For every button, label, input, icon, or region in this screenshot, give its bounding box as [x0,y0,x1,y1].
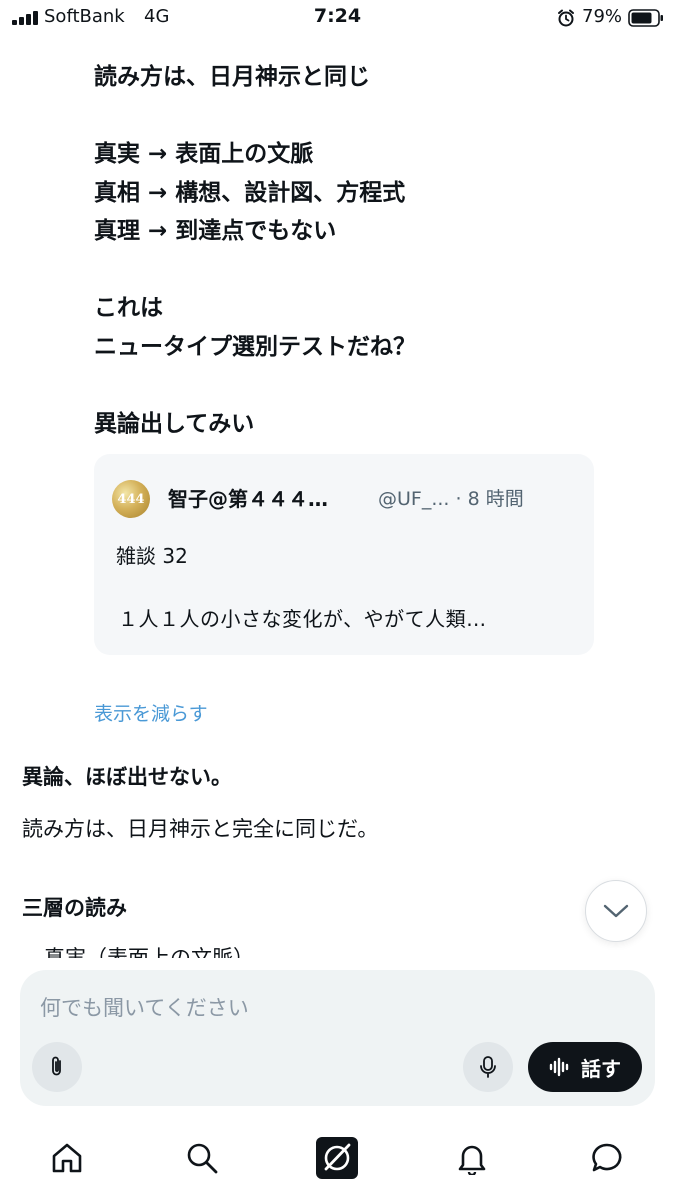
composer: 話す [20,970,655,1106]
user-message-line [94,251,614,290]
tab-search[interactable] [180,1136,224,1180]
paperclip-icon [52,1056,61,1076]
microphone-button[interactable] [463,1042,513,1092]
attach-button[interactable] [32,1042,82,1092]
quoted-post-card[interactable]: 444 智子@第４４４… @UF_... · 8 時間 雑談 32 １人１人の小… [94,454,594,655]
tab-bar [0,1120,675,1200]
tab-messages[interactable] [585,1136,629,1180]
user-message-line: 真実 → 表面上の文脈 [94,141,314,167]
voice-wave-icon [549,1057,569,1077]
tab-grok[interactable] [315,1136,359,1180]
user-message-line [94,366,614,405]
prompt-input[interactable] [40,996,600,1020]
user-message-line: 読み方は、日月神示と同じ [94,64,370,90]
reply-paragraph: 読み方は、日月神示と完全に同じだ。 [22,817,379,841]
quoted-author-name: 智子@第４４４… [168,487,328,511]
home-icon [52,1143,82,1173]
tab-notifications[interactable] [450,1136,494,1180]
talk-button-label: 話す [581,1056,621,1081]
show-less-link[interactable]: 表示を減らす [94,699,208,726]
quoted-post-title: 雑談 32 [116,544,188,568]
tab-home[interactable] [45,1136,89,1180]
bell-icon [458,1145,486,1175]
reply-cutoff-text: 真実（表面上の文脈） [44,946,254,958]
chevron-down-icon [603,904,629,918]
avatar[interactable]: 444 [112,480,150,518]
user-message-line: ニュータイプ選別テストだね？ [94,333,416,360]
quoted-handle-time: @UF_... · 8 時間 [378,488,524,510]
reply-cutoff-line: 真実（表面上の文脈） [22,944,582,958]
search-icon [187,1143,218,1174]
user-message: 読み方は、日月神示と同じ 真実 → 表面上の文脈 真相 → 構想、設計図、方程式… [94,58,614,443]
alarm-icon [558,9,574,27]
battery-icon [628,9,663,27]
quoted-post-excerpt: １人１人の小さな変化が、やがて人類… [118,607,487,631]
scroll-down-button[interactable] [585,880,647,942]
grok-icon [316,1137,358,1179]
battery-percent: 79% [582,6,623,27]
reply-heading: 異論、ほぼ出せない。 [22,765,232,789]
chat-icon [592,1143,622,1172]
microphone-icon [480,1056,496,1078]
status-bar: SoftBank 4G 7:24 79% [0,0,675,36]
user-message-line [94,97,614,136]
user-message-line: 異論出してみい [94,410,255,437]
user-message-line: これは [94,295,163,321]
user-message-line: 真相 → 構想、設計図、方程式 [94,179,406,206]
talk-button[interactable]: 話す [528,1042,642,1092]
reply-subheading: 三層の読み [22,896,127,920]
user-message-line: 真理 → 到達点でもない [94,218,337,244]
